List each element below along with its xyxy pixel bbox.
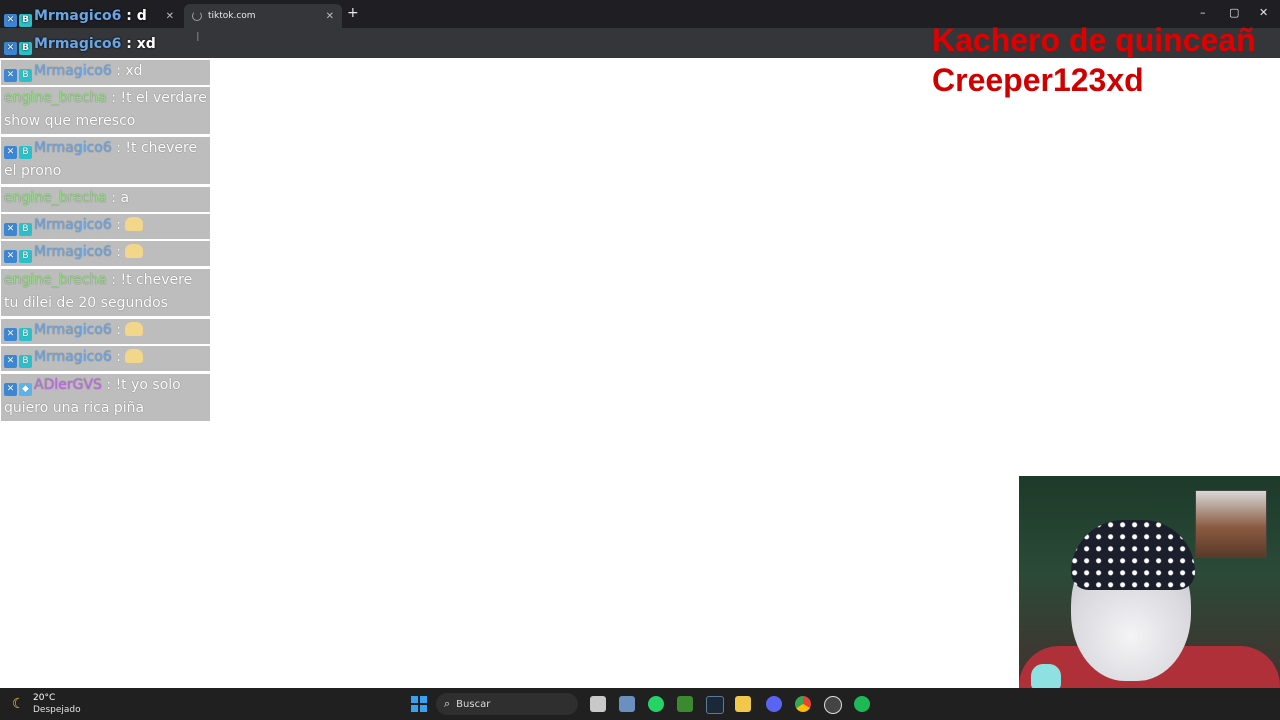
chat-message: engine_brecha : a [1, 187, 210, 212]
chat-username: engine_brecha [4, 272, 107, 288]
chat-message: ✕ B Mrmagico6 : [1, 214, 210, 239]
chat-message: ✕ B Mrmagico6 : !t chevere el prono [1, 137, 210, 184]
badge-icon: ◆ [19, 383, 32, 396]
calculator-icon[interactable] [619, 696, 635, 712]
search-icon: ⌕ [444, 697, 451, 710]
badge-icon: ✕ [4, 69, 17, 82]
emote-icon [125, 322, 144, 336]
chat-message: engine_brecha : !t chevere tu dilei de 2… [1, 269, 210, 316]
chat-message: ✕ B Mrmagico6 : [1, 241, 210, 266]
emote-icon [125, 217, 144, 231]
badge-icon: ✕ [4, 42, 17, 55]
chat-message: ✕ B Mrmagico6 : [1, 346, 210, 371]
badge-icon: B [19, 14, 32, 27]
webcam-person-bandana [1071, 520, 1195, 590]
chat-message: ✕ B Mrmagico6 : d [1, 5, 210, 28]
chat-username: engine_brecha [4, 90, 107, 106]
new-tab-button[interactable]: + [347, 5, 359, 21]
chat-username: Mrmagico6 [34, 36, 122, 52]
badge-icon: ✕ [4, 383, 17, 396]
chat-username: Mrmagico6 [34, 349, 112, 365]
badge-icon: B [19, 223, 32, 236]
badge-icon: B [19, 42, 32, 55]
badge-icon: ✕ [4, 14, 17, 27]
chat-message: ✕ B Mrmagico6 : [1, 319, 210, 344]
badge-icon: ✕ [4, 146, 17, 159]
chat-username: Mrmagico6 [34, 8, 122, 24]
emote-icon [125, 244, 144, 258]
task-view-icon[interactable] [590, 696, 606, 712]
badge-icon: ✕ [4, 355, 17, 368]
discord-icon[interactable] [766, 696, 782, 712]
search-placeholder: Buscar [456, 698, 491, 710]
chat-username: Mrmagico6 [34, 140, 112, 156]
minimize-button[interactable]: – [1200, 6, 1206, 19]
spotify-icon[interactable] [854, 696, 870, 712]
weather-description: Despejado [33, 705, 81, 715]
badge-icon: B [19, 250, 32, 263]
weather-temperature: 20°C [33, 693, 56, 703]
badge-icon: B [19, 146, 32, 159]
chat-message: engine_brecha : !t el verdare show que m… [1, 87, 210, 134]
close-window-button[interactable]: ✕ [1259, 6, 1268, 19]
chat-message: ✕ B Mrmagico6 : xd [1, 60, 210, 85]
badge-icon: B [19, 355, 32, 368]
chat-username: Mrmagico6 [34, 322, 112, 338]
badge-icon: B [19, 69, 32, 82]
badge-icon: B [19, 328, 32, 341]
chat-username: Mrmagico6 [34, 63, 112, 79]
overlay-subtitle: Creeper123xd [932, 62, 1144, 98]
taskbar: ☾ 20°C Despejado ⌕ Buscar [0, 688, 1280, 720]
chat-username: ADlerGVS [34, 377, 102, 393]
emote-icon [125, 349, 144, 363]
maximize-button[interactable]: ▢ [1229, 6, 1239, 19]
obs-icon[interactable] [824, 696, 842, 714]
badge-icon: ✕ [4, 223, 17, 236]
badge-icon: ✕ [4, 328, 17, 341]
chat-username: Mrmagico6 [34, 244, 112, 260]
windows-start-icon[interactable] [411, 696, 427, 712]
taskbar-search[interactable]: ⌕ Buscar [436, 693, 578, 715]
chat-message: ✕ ◆ ADlerGVS : !t yo solo quiero una rica … [1, 374, 210, 421]
moon-icon: ☾ [12, 696, 25, 712]
chat-message: ✕ B Mrmagico6 : xd [1, 33, 210, 56]
overlay-title: Kachero de quinceañ [932, 22, 1256, 58]
steam-icon[interactable] [706, 696, 724, 714]
chat-text: xd [136, 36, 156, 52]
chat-username: Mrmagico6 [34, 217, 112, 233]
chat-username: engine_brecha [4, 190, 107, 206]
chat-text: d [136, 8, 147, 24]
whatsapp-icon[interactable] [648, 696, 664, 712]
chrome-icon[interactable] [795, 696, 811, 712]
webcam-feed [1019, 476, 1280, 720]
tab-title: tiktok.com [208, 11, 256, 21]
chat-text: xd [125, 63, 143, 79]
chat-text: a [120, 190, 130, 206]
close-icon[interactable]: ✕ [326, 11, 334, 22]
sticker-icon [1031, 664, 1061, 690]
minecraft-icon[interactable] [677, 696, 693, 712]
picture-in-picture-image [1195, 490, 1267, 558]
badge-icon: ✕ [4, 250, 17, 263]
file-explorer-icon[interactable] [735, 696, 751, 712]
